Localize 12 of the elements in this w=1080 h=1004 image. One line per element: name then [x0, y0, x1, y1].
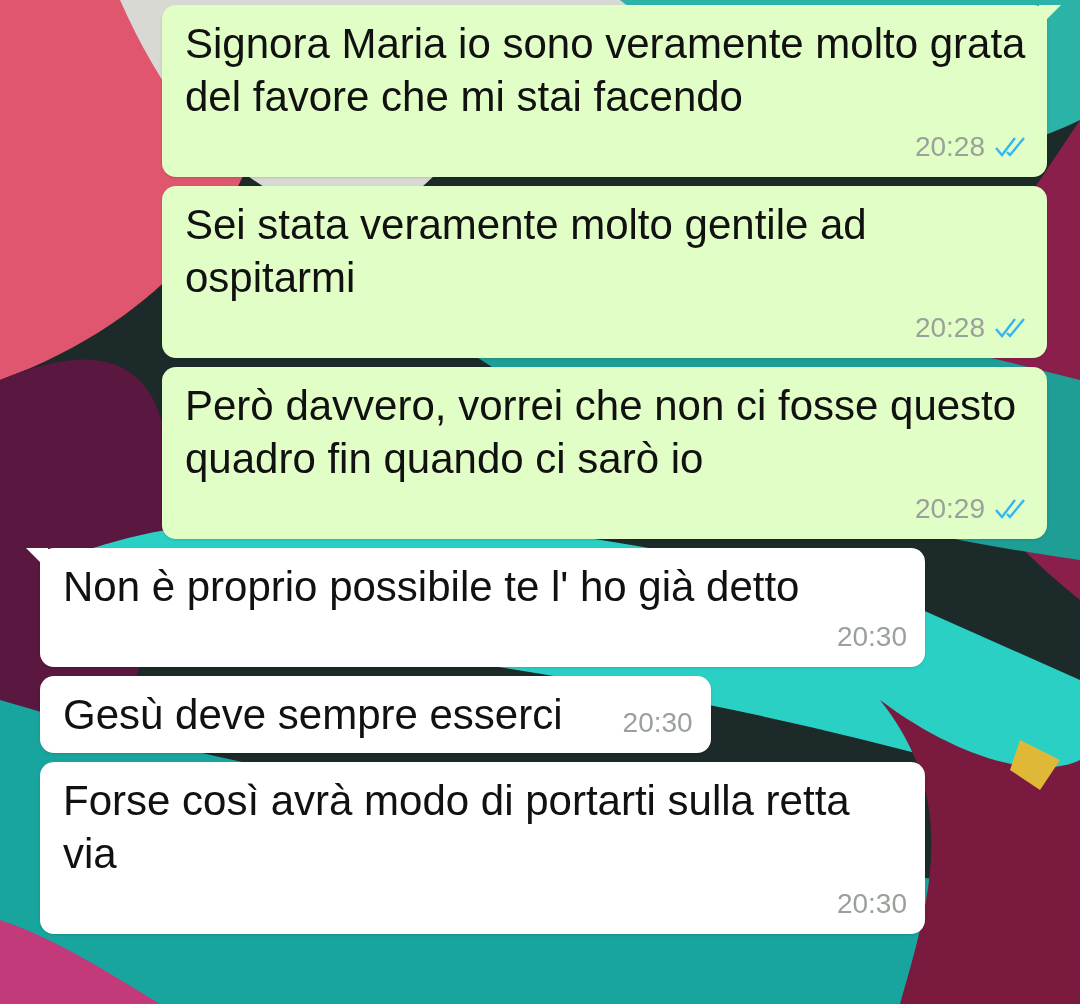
message-text: Non è proprio possibile te l' ho già detto: [63, 562, 800, 612]
message-time: 20:30: [836, 887, 907, 921]
message-text: Però davvero, vorrei che non ci fosse questo quadro fin quando ci sarò io: [185, 381, 1018, 484]
message-time: 20:28: [914, 311, 985, 345]
message-text: Signora Maria io sono veramente molto grata del favore che mi stai facendo: [185, 19, 1027, 122]
message-time: 20:29: [914, 492, 985, 526]
message-time: 20:28: [914, 130, 985, 164]
message-text: Gesù deve sempre esserci: [63, 690, 563, 740]
message-time: 20:30: [836, 620, 907, 654]
message-time: 20:30: [622, 706, 693, 740]
message-text: Sei stata veramente molto gentile ad ospitarmi: [185, 200, 868, 303]
message-text: Forse così avrà modo di portarti sulla retta via: [63, 776, 851, 879]
